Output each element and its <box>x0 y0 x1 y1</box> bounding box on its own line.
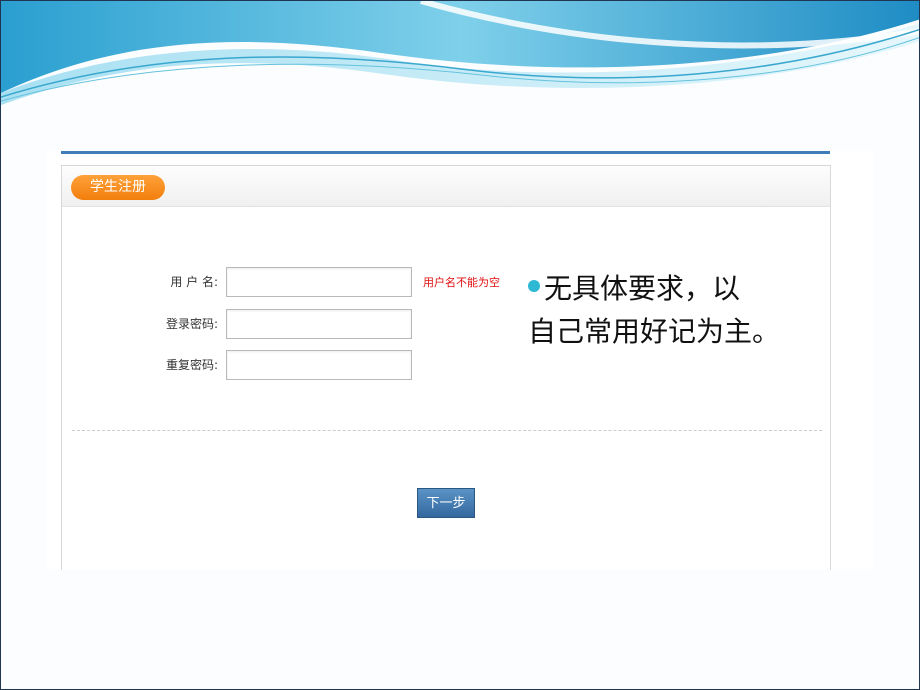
bullet-dot-icon <box>528 279 540 292</box>
password-label: 登录密码: <box>165 317 218 331</box>
note-line-1-text: 无具体要求，以 <box>544 272 741 305</box>
dotted-divider <box>72 430 822 431</box>
panel-top-rule <box>61 151 830 154</box>
confirm-password-input[interactable] <box>226 350 412 380</box>
username-error-message: 用户名不能为空 <box>423 276 500 289</box>
form-title-tab: 学生注册 <box>71 175 165 200</box>
next-step-button[interactable]: 下一步 <box>417 488 475 518</box>
registration-form: 学生注册 用 户 名: 用户名不能为空 登录密码: 重复密码: 下一步 <box>61 165 831 570</box>
wave-header-decoration <box>1 1 919 105</box>
slide: 学生注册 用 户 名: 用户名不能为空 登录密码: 重复密码: 下一步 无具体要… <box>0 0 920 690</box>
note-line-1: 无具体要求，以 <box>528 267 828 310</box>
confirm-password-label: 重复密码: <box>165 358 218 372</box>
registration-panel: 学生注册 用 户 名: 用户名不能为空 登录密码: 重复密码: 下一步 <box>46 151 873 570</box>
form-header: 学生注册 <box>62 166 830 207</box>
note-text: 无具体要求，以 自己常用好记为主。 <box>528 267 828 353</box>
username-label: 用 户 名: <box>170 275 218 289</box>
note-line-2: 自己常用好记为主。 <box>528 315 781 348</box>
username-input[interactable] <box>226 267 412 297</box>
password-input[interactable] <box>226 309 412 339</box>
